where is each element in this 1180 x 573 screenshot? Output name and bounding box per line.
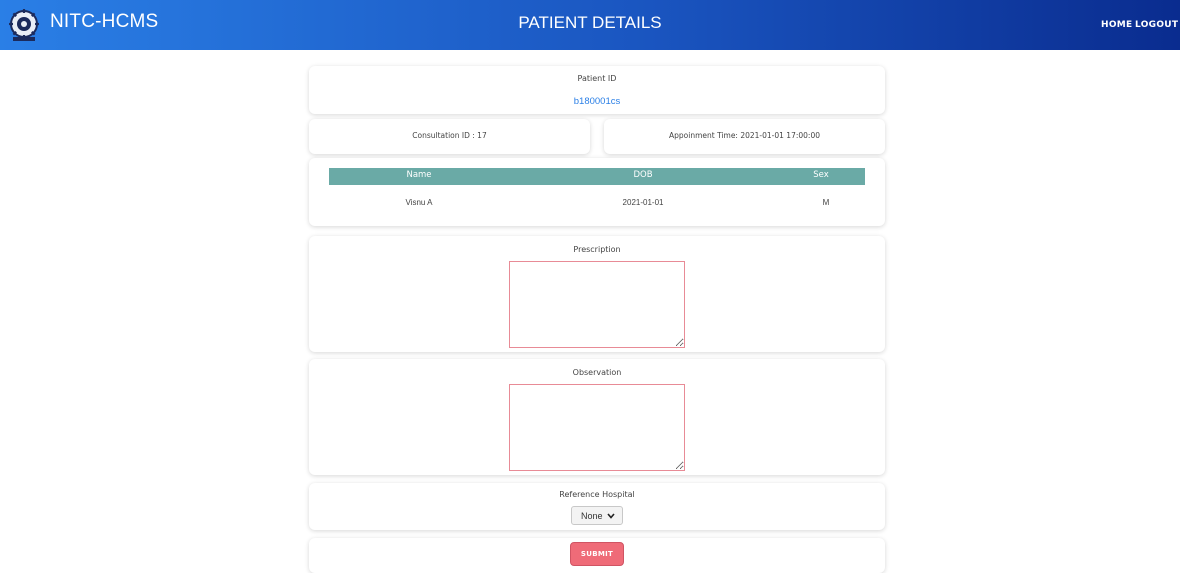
observation-label: Observation xyxy=(572,368,622,377)
observation-card: Observation xyxy=(309,359,885,475)
submit-button[interactable]: SUBMIT xyxy=(570,542,624,566)
cell-dob: 2021-01-01 xyxy=(622,198,664,207)
submit-card: SUBMIT xyxy=(309,538,885,573)
cell-sex: M xyxy=(822,198,830,207)
prescription-input[interactable] xyxy=(509,261,685,348)
observation-input[interactable] xyxy=(509,384,685,471)
consultation-id-text: Consultation ID : 17 xyxy=(412,131,487,140)
column-header-name: Name xyxy=(406,170,432,180)
reference-hospital-select[interactable]: None xyxy=(571,506,623,525)
patient-id-label: Patient ID xyxy=(577,74,617,83)
logout-link[interactable]: LOGOUT xyxy=(1135,20,1178,30)
consultation-id-card: Consultation ID : 17 xyxy=(309,119,590,154)
patient-id-value: b180001cs xyxy=(573,96,621,107)
prescription-card: Prescription xyxy=(309,236,885,352)
reference-hospital-selected-value: None xyxy=(581,511,603,521)
chevron-down-icon xyxy=(607,513,615,519)
appointment-time-card: Appoinment Time: 2021-01-01 17:00:00 xyxy=(604,119,885,154)
column-header-dob: DOB xyxy=(633,170,653,180)
top-navbar: NITC-HCMS PATIENT DETAILS HOME LOGOUT xyxy=(0,0,1180,50)
appointment-time-text: Appoinment Time: 2021-01-01 17:00:00 xyxy=(669,131,820,140)
home-link[interactable]: HOME xyxy=(1101,20,1133,30)
patient-id-card: Patient ID b180001cs xyxy=(309,66,885,114)
reference-hospital-label: Reference Hospital xyxy=(559,490,635,499)
column-header-sex: Sex xyxy=(813,170,829,180)
table-row: Visnu A 2021-01-01 M xyxy=(329,196,865,210)
prescription-label: Prescription xyxy=(573,245,621,254)
page-title: PATIENT DETAILS xyxy=(518,13,662,32)
table-header: Name DOB Sex xyxy=(329,168,865,185)
patient-details-card: Name DOB Sex Visnu A 2021-01-01 M xyxy=(309,158,885,226)
cell-name: Visnu A xyxy=(405,198,433,207)
reference-hospital-card: Reference Hospital None xyxy=(309,483,885,530)
